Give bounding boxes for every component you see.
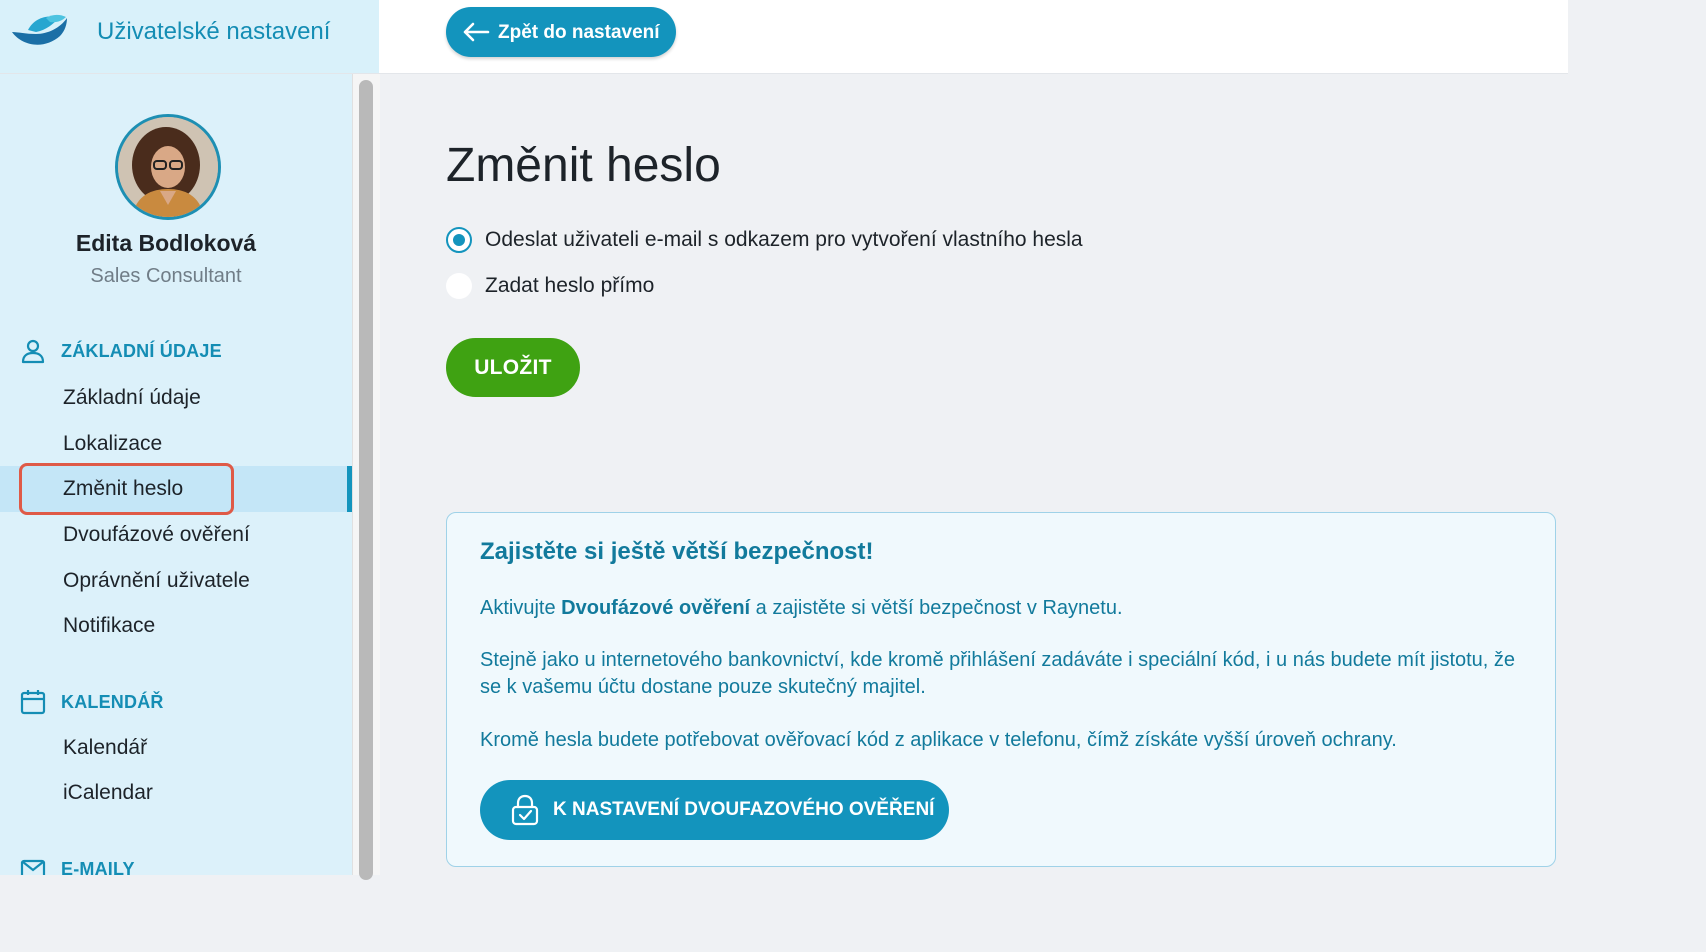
section-emails: E-MAILY [20,854,135,875]
sidebar-item-label: Notifikace [63,614,156,637]
back-button-label: Zpět do nastavení [498,22,660,43]
sidebar-item-calendar[interactable]: Kalendář [0,725,352,771]
option-label: Zadat heslo přímo [485,274,655,297]
sidebar-item-label: Základní údaje [63,386,201,409]
two-factor-settings-button[interactable]: K NASTAVENÍ DVOUFAZOVÉHO OVĚŘENÍ [480,780,949,840]
raynet-logo-icon [12,14,67,45]
info-text-bold: Dvoufázové ověření [561,597,751,619]
info-paragraph-code: Kromě hesla budete potřebovat ověřovací … [480,729,1397,751]
sidebar: Edita Bodloková Sales Consultant ZÁKLADN… [0,74,352,875]
sidebar-scrollbar[interactable] [352,74,380,880]
back-to-settings-button[interactable]: Zpět do nastavení [446,7,676,57]
radio-send-email[interactable] [446,227,472,253]
user-role: Sales Consultant [90,265,242,287]
sidebar-item-user-permissions[interactable]: Oprávnění uživatele [0,558,352,604]
info-paragraph-banking: Stejně jako u internetového bankovnictví… [480,649,1516,698]
two-factor-button-label: K NASTAVENÍ DVOUFAZOVÉHO OVĚŘENÍ [553,799,935,820]
option-label: Odeslat uživateli e-mail s odkazem pro v… [485,228,1083,251]
page-title: Změnit heslo [446,139,721,192]
info-paragraph-activate: Aktivujte Dvoufázové ověření a zajistěte… [480,595,1520,622]
person-icon [21,339,45,364]
option-set-directly[interactable]: Zadat heslo přímo [446,273,706,303]
sidebar-item-localization[interactable]: Lokalizace [0,421,352,467]
sidebar-item-label: Kalendář [63,736,148,759]
lock-check-icon [511,794,539,826]
security-info-box: Zajistěte si ještě větší bezpečnost! Akt… [446,512,1556,867]
info-title: Zajistěte si ještě větší bezpečnost! [480,538,874,565]
sidebar-item-basic-info[interactable]: Základní údaje [0,375,352,421]
sidebar-item-change-password[interactable]: Změnit heslo [0,466,352,512]
section-title: E-MAILY [61,858,135,876]
sidebar-item-two-factor[interactable]: Dvoufázové ověření [0,512,352,558]
sidebar-item-label: Lokalizace [63,432,163,455]
info-text: a zajistěte si větší bezpečnost v Raynet… [750,597,1123,619]
brand-area: Uživatelské nastavení [0,0,379,73]
section-basic-info: ZÁKLADNÍ ÚDAJE [20,336,222,366]
section-title: KALENDÁŘ [61,691,164,712]
sidebar-item-notifications[interactable]: Notifikace [0,603,352,649]
arrow-left-icon [463,22,490,42]
radio-set-directly[interactable] [446,273,472,299]
app-header: Uživatelské nastavení Zpět do nastavení [0,0,1568,74]
save-button[interactable]: ULOŽIT [446,338,580,397]
scrollbar-thumb[interactable] [359,80,373,880]
sidebar-item-icalendar[interactable]: iCalendar [0,770,352,816]
section-calendar: KALENDÁŘ [20,687,164,717]
mail-icon [20,859,46,875]
option-send-email[interactable]: Odeslat uživateli e-mail s odkazem pro v… [446,227,1126,257]
sidebar-item-label: iCalendar [63,781,153,804]
info-text: Aktivujte [480,597,562,619]
sidebar-item-label: Oprávnění uživatele [63,569,250,592]
user-name: Edita Bodloková [75,230,257,256]
calendar-icon [20,690,46,715]
app-title: Uživatelské nastavení [97,18,331,45]
sidebar-item-label: Změnit heslo [63,477,184,500]
avatar [115,114,221,220]
sidebar-item-label: Dvoufázové ověření [63,523,250,546]
user-photo [118,117,218,217]
section-title: ZÁKLADNÍ ÚDAJE [61,340,222,361]
